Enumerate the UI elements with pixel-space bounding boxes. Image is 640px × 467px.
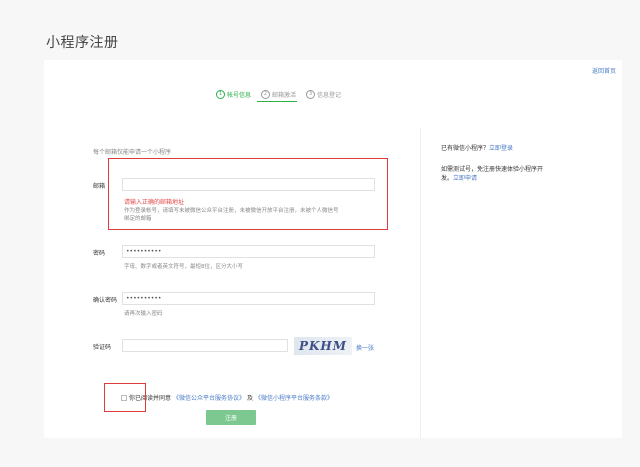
password-label: 密码 <box>93 250 106 257</box>
step-indicator: 1 帐号信息 2 邮箱激活 3 信息登记 <box>216 88 416 100</box>
test-account-line-2-text: 发。 <box>441 175 454 182</box>
refresh-captcha-link[interactable]: 换一张 <box>356 343 374 352</box>
page-title: 小程序注册 <box>46 35 119 51</box>
test-account-note: 如需测试号，免注册快速体验小程序开 发。立即申请 <box>441 165 591 183</box>
login-prompt-text: 已有微信小程序？ <box>441 145 490 152</box>
confirm-password-label: 确认密码 <box>93 297 118 304</box>
agreement-joiner: 及 <box>247 395 254 402</box>
form-hint: 每个邮箱仅能申请一个小程序 <box>93 149 172 156</box>
captcha-image[interactable]: PKHM <box>294 337 352 355</box>
step-3-label: 信息登记 <box>317 91 342 99</box>
password-tip: 字母、数字或者英文符号，最短8位，区分大小写 <box>124 264 244 270</box>
register-button[interactable]: 注册 <box>206 410 256 425</box>
step-1-number: 1 <box>216 89 225 99</box>
captcha-label: 验证码 <box>93 344 112 351</box>
login-now-link[interactable]: 立即登录 <box>489 145 513 152</box>
apply-now-link[interactable]: 立即申请 <box>453 175 477 182</box>
platform-agreement-link[interactable]: 《微信公众平台服务协议》 <box>173 393 245 402</box>
confirm-password-tip: 请再次输入密码 <box>124 311 163 317</box>
page-footer-area <box>0 438 640 467</box>
side-divider <box>420 128 421 438</box>
test-account-line-2: 发。立即申请 <box>441 174 591 183</box>
checkbox-highlight-box <box>104 383 146 412</box>
test-account-line-1: 如需测试号，免注册快速体验小程序开 <box>441 166 544 173</box>
login-prompt: 已有微信小程序？立即登录 <box>441 144 513 153</box>
agreement-row: 你已阅读并同意 《微信公众平台服务协议》 及 《微信小程序平台服务条款》 <box>121 393 333 402</box>
step-1-label: 帐号信息 <box>227 91 252 99</box>
password-field[interactable]: •••••••••• <box>122 245 375 258</box>
step-2: 2 邮箱激活 <box>261 89 297 99</box>
email-highlight-box <box>108 158 388 230</box>
confirm-password-field[interactable]: •••••••••• <box>122 292 375 305</box>
back-home-link[interactable]: 返回首页 <box>592 66 616 75</box>
miniprogram-terms-link[interactable]: 《微信小程序平台服务条款》 <box>255 393 333 402</box>
captcha-field[interactable] <box>122 339 288 352</box>
step-3: 3 信息登记 <box>306 89 342 99</box>
step-2-number: 2 <box>261 89 271 99</box>
email-label: 邮箱 <box>93 183 106 190</box>
step-3-number: 3 <box>306 89 316 99</box>
step-2-label: 邮箱激活 <box>272 91 297 99</box>
active-step-underline <box>257 101 297 102</box>
step-1: 1 帐号信息 <box>216 89 252 99</box>
